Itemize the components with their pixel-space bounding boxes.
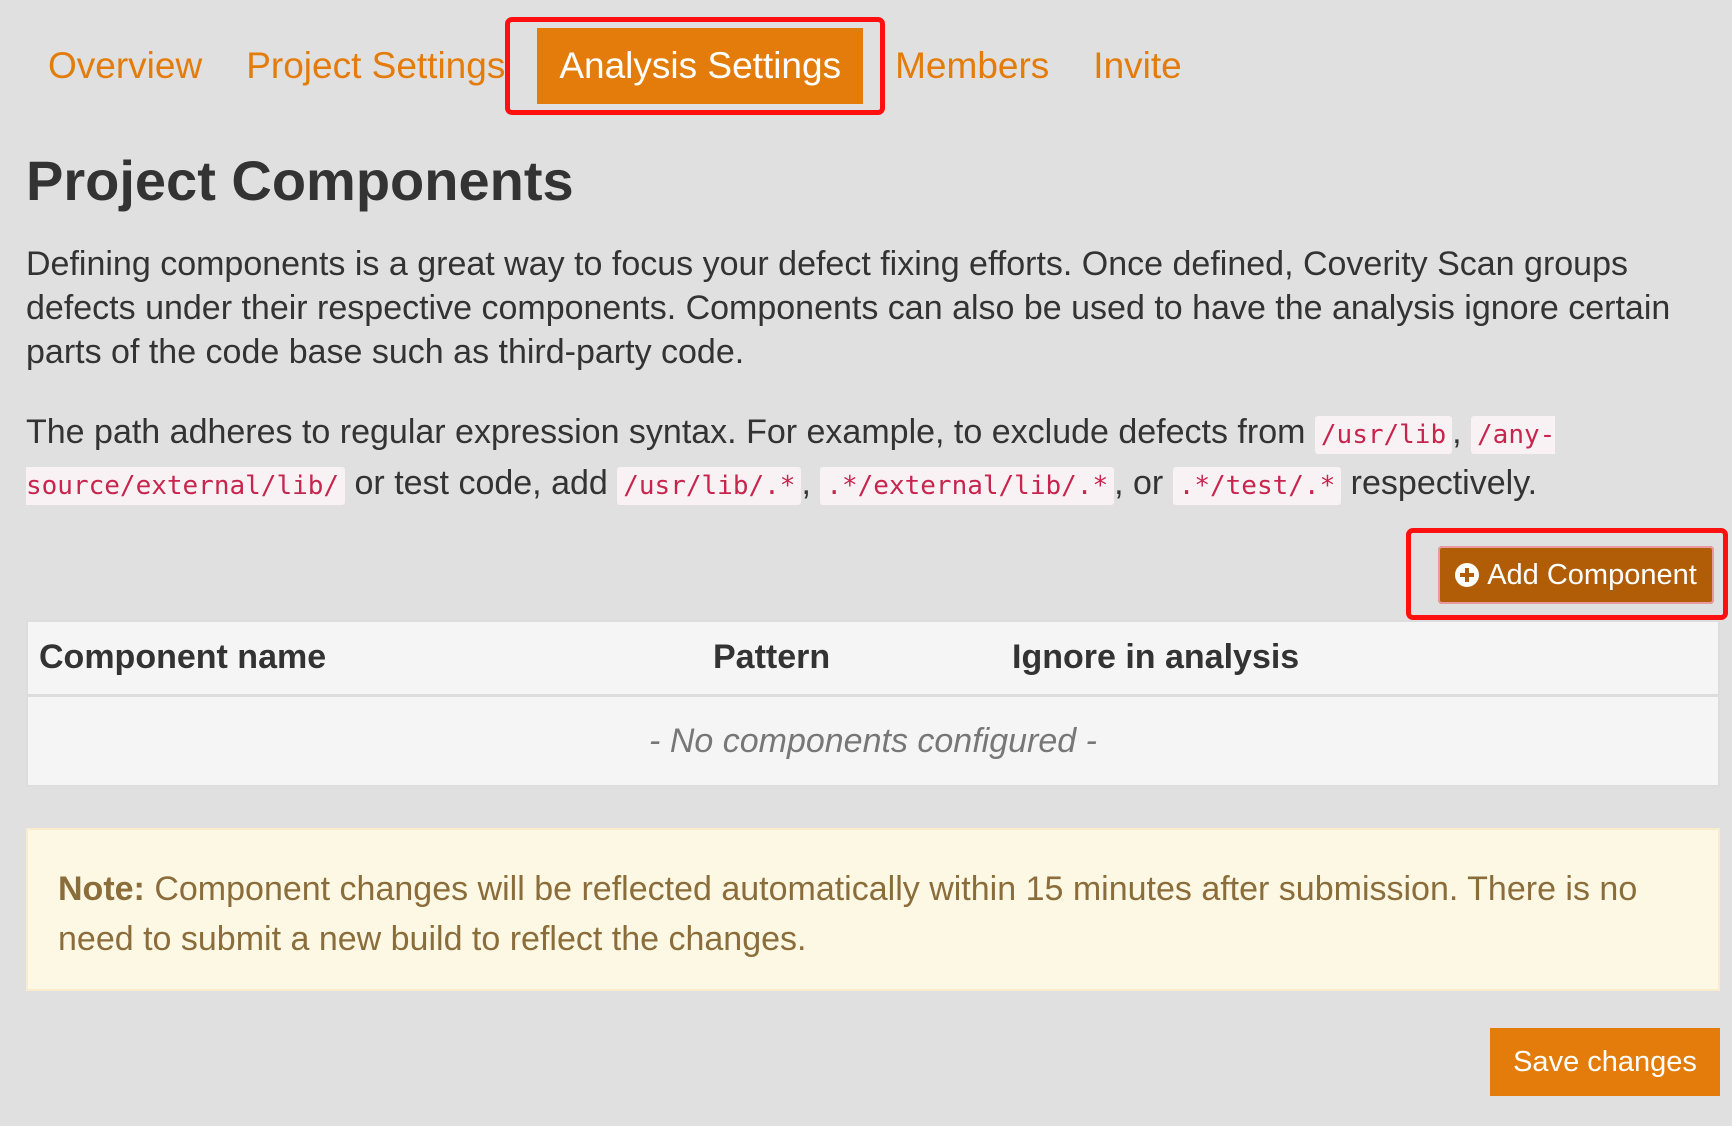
components-table: Component name Pattern Ignore in analysi…: [26, 620, 1720, 787]
code-external-lib-regex: .*/external/lib/.*: [820, 467, 1115, 505]
path-text-4: ,: [801, 464, 821, 502]
path-text-1: The path adheres to regular expression s…: [26, 413, 1315, 451]
code-usr-lib-regex: /usr/lib/.*: [617, 467, 802, 505]
path-text-3: or test code, add: [345, 464, 618, 502]
add-component-button[interactable]: Add Component: [1438, 546, 1714, 604]
code-usr-lib: /usr/lib: [1314, 416, 1453, 454]
column-header-ignore-in-analysis: Ignore in analysis: [1012, 638, 1300, 676]
note-label: Note:: [58, 870, 145, 908]
page-title: Project Components: [26, 149, 574, 212]
tab-bar: Overview Project Settings Analysis Setti…: [26, 26, 1204, 106]
note-alert: Note: Component changes will be reflecte…: [26, 828, 1720, 991]
empty-message: - No components configured -: [649, 721, 1097, 760]
column-header-component-name: Component name: [39, 638, 327, 676]
tab-project-settings[interactable]: Project Settings: [224, 28, 527, 104]
tab-invite[interactable]: Invite: [1071, 28, 1203, 104]
plus-circle-icon: [1455, 563, 1480, 587]
table-empty-row: - No components configured -: [28, 697, 1718, 785]
tab-overview[interactable]: Overview: [26, 28, 224, 104]
code-test-regex: .*/test/.*: [1172, 467, 1342, 505]
add-component-label: Add Component: [1487, 558, 1697, 591]
tab-analysis-settings[interactable]: Analysis Settings: [537, 28, 864, 104]
tab-members[interactable]: Members: [873, 28, 1071, 104]
path-text-6: respectively.: [1341, 464, 1538, 502]
intro-paragraph: Defining components is a great way to fo…: [26, 245, 1671, 371]
column-header-pattern: Pattern: [713, 638, 831, 676]
table-header-row: Component name Pattern Ignore in analysi…: [28, 622, 1718, 697]
path-text-2: ,: [1452, 413, 1472, 451]
tab-analysis-settings-wrapper: Analysis Settings: [527, 28, 873, 104]
save-changes-button[interactable]: Save changes: [1490, 1028, 1720, 1096]
note-text: Component changes will be reflected auto…: [58, 870, 1638, 958]
path-text-5: , or: [1114, 464, 1173, 502]
path-syntax-paragraph: The path adheres to regular expression s…: [26, 408, 1706, 510]
